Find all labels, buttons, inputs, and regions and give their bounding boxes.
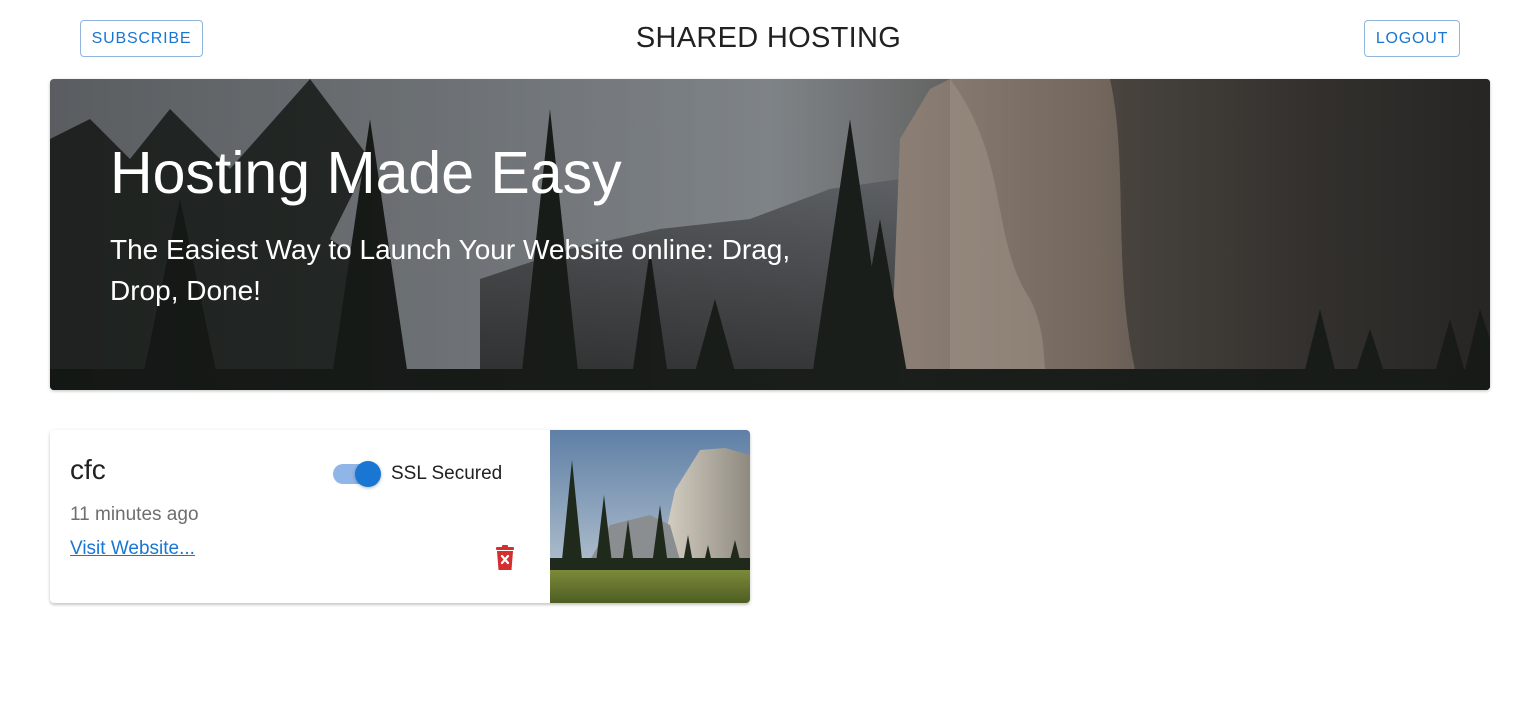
ssl-label: SSL Secured xyxy=(391,463,503,484)
ssl-toggle[interactable] xyxy=(333,460,381,488)
site-card: cfc 11 minutes ago Visit Website... SSL … xyxy=(50,430,750,603)
toggle-thumb xyxy=(355,461,381,487)
visit-website-link[interactable]: Visit Website... xyxy=(70,538,195,560)
trash-icon[interactable] xyxy=(494,545,516,571)
hero-banner: Hosting Made Easy The Easiest Way to Lau… xyxy=(50,79,1490,390)
hero-title: Hosting Made Easy xyxy=(110,140,622,206)
site-name: cfc xyxy=(70,454,106,485)
logout-button[interactable]: LOGOUT xyxy=(1364,20,1460,57)
hero-subtitle: The Easiest Way to Launch Your Website o… xyxy=(110,234,791,306)
site-updated-time: 11 minutes ago xyxy=(70,504,199,525)
app-title: SHARED HOSTING xyxy=(635,22,902,54)
site-thumbnail-image xyxy=(550,430,750,603)
app-header: SUBSCRIBE SHARED HOSTING LOGOUT xyxy=(0,0,1537,78)
